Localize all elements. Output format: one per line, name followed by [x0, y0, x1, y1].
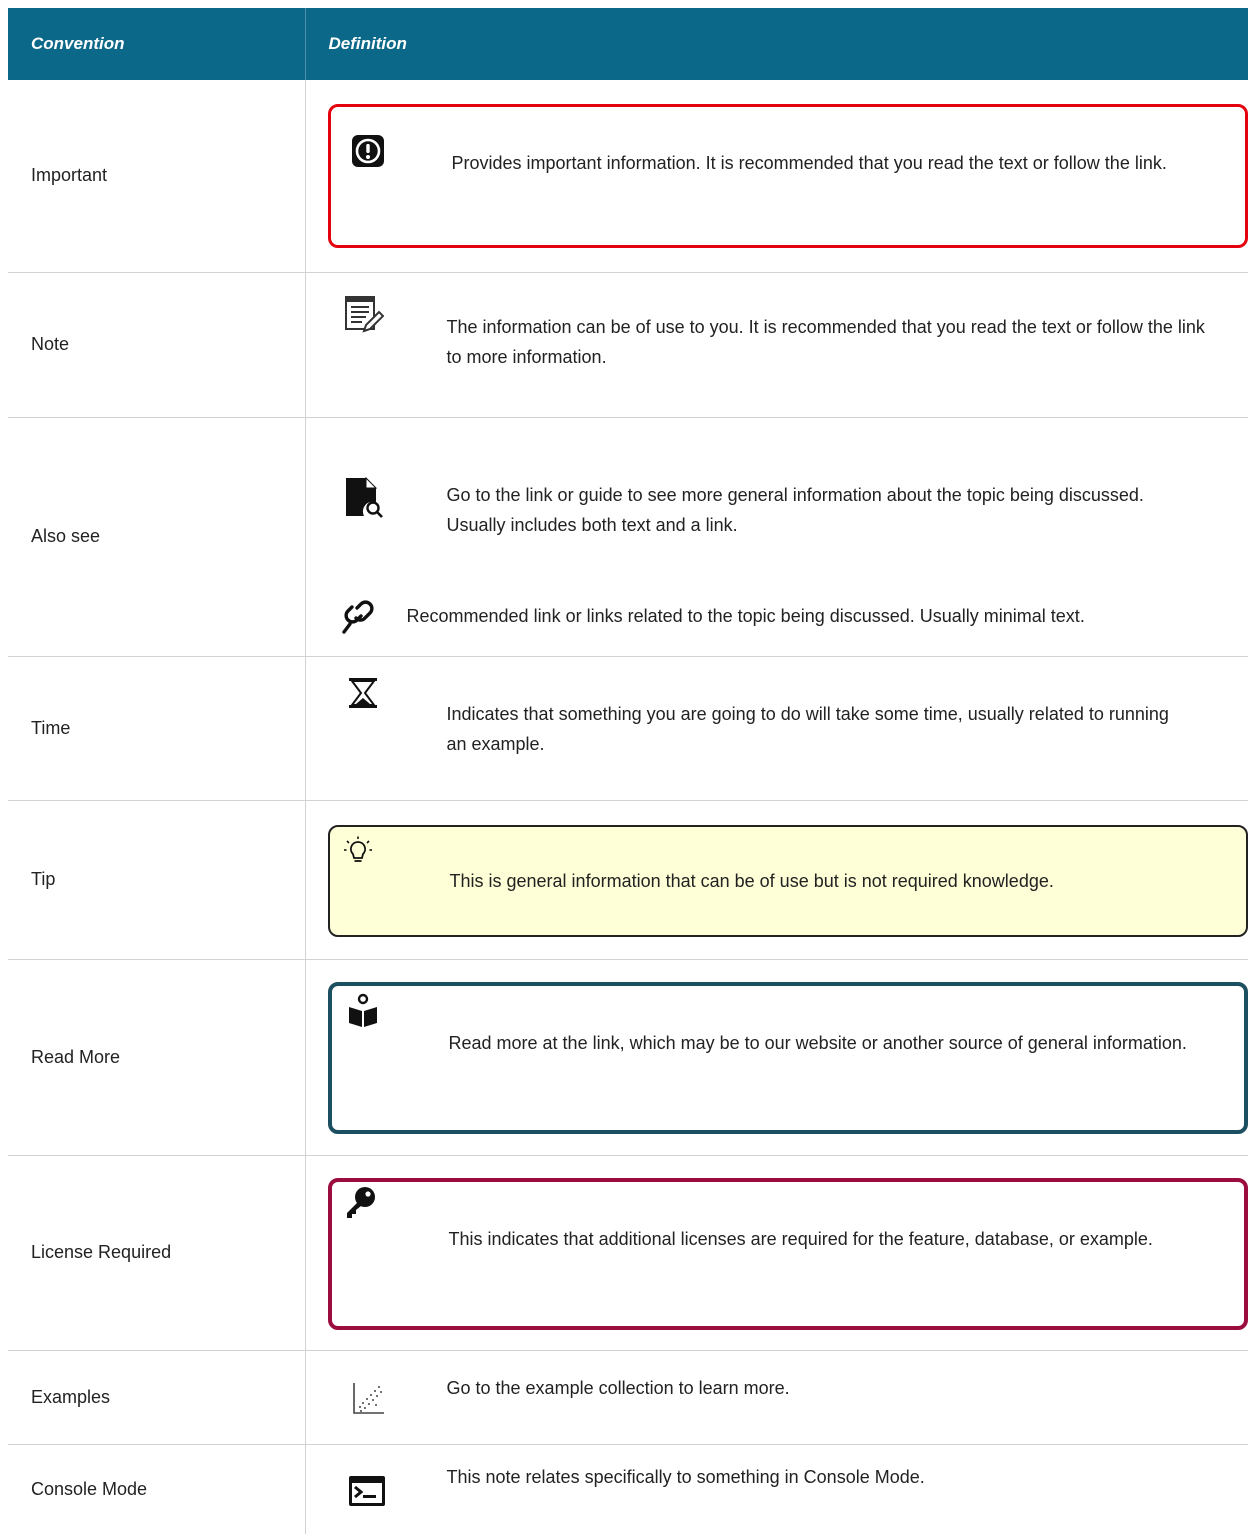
scatter-plot-icon: [352, 1381, 386, 1415]
header-definition: Definition: [305, 8, 1248, 80]
convention-label-console-mode: Console Mode: [8, 1444, 305, 1534]
definition-text-read-more: Read more at the link, which may be to o…: [449, 1028, 1209, 1058]
terminal-icon: [348, 1475, 386, 1507]
table-row: Note The information can be of use to yo…: [8, 272, 1248, 417]
note-pencil-icon: [344, 295, 384, 335]
table-row: Tip This is general information that can…: [8, 800, 1248, 959]
tip-callout-box: This is general information that can be …: [328, 825, 1248, 937]
definition-text-also-see: Go to the link or guide to see more gene…: [447, 480, 1207, 540]
definition-cell-read-more: Read more at the link, which may be to o…: [305, 959, 1248, 1155]
definition-text-important: Provides important information. It is re…: [452, 148, 1172, 178]
definition-text-note: The information can be of use to you. It…: [447, 312, 1207, 372]
important-callout-box: Provides important information. It is re…: [328, 104, 1248, 248]
definition-cell-time: Indicates that something you are going t…: [305, 656, 1248, 800]
book-reader-icon: [347, 993, 379, 1029]
convention-label-important: Important: [8, 80, 305, 272]
definition-cell-license-required: This indicates that additional licenses …: [305, 1155, 1248, 1350]
convention-label-time: Time: [8, 656, 305, 800]
chain-link-icon: [342, 600, 376, 634]
convention-label-examples: Examples: [8, 1350, 305, 1444]
definition-text-also-see-link: Recommended link or links related to the…: [407, 601, 1207, 631]
convention-label-read-more: Read More: [8, 959, 305, 1155]
license-required-callout-box: This indicates that additional licenses …: [328, 1178, 1248, 1330]
table-header-row: Convention Definition: [8, 8, 1248, 80]
alert-circle-icon: [350, 133, 386, 169]
definition-cell-important: Provides important information. It is re…: [305, 80, 1248, 272]
table-row: Also see Go to the link or guide to see …: [8, 417, 1248, 656]
definition-text-tip: This is general information that can be …: [450, 866, 1190, 896]
definition-cell-also-see: Go to the link or guide to see more gene…: [305, 417, 1248, 656]
definition-cell-examples: Go to the example collection to learn mo…: [305, 1350, 1248, 1444]
conventions-page: Convention Definition Important Provides…: [0, 0, 1248, 1530]
definition-cell-console-mode: This note relates specifically to someth…: [305, 1444, 1248, 1534]
table-row: License Required This indicates that add…: [8, 1155, 1248, 1350]
convention-label-note: Note: [8, 272, 305, 417]
lightbulb-icon: [343, 836, 373, 866]
convention-label-license-required: License Required: [8, 1155, 305, 1350]
header-convention: Convention: [8, 8, 305, 80]
document-search-icon: [344, 476, 384, 518]
convention-label-also-see: Also see: [8, 417, 305, 656]
conventions-table: Convention Definition Important Provides…: [8, 8, 1248, 1534]
table-row: Important Provides important information…: [8, 80, 1248, 272]
definition-text-console-mode: This note relates specifically to someth…: [447, 1462, 1207, 1492]
table-row: Console Mode This note relates specifica…: [8, 1444, 1248, 1534]
convention-label-tip: Tip: [8, 800, 305, 959]
definition-cell-tip: This is general information that can be …: [305, 800, 1248, 959]
definition-cell-note: The information can be of use to you. It…: [305, 272, 1248, 417]
table-row: Read More Read more at the link, which m…: [8, 959, 1248, 1155]
hourglass-icon: [346, 676, 380, 710]
key-icon: [344, 1185, 378, 1221]
definition-text-examples: Go to the example collection to learn mo…: [447, 1373, 1207, 1403]
definition-text-license-required: This indicates that additional licenses …: [449, 1224, 1209, 1254]
table-row: Time Indicates that something you are go…: [8, 656, 1248, 800]
definition-text-time: Indicates that something you are going t…: [447, 699, 1187, 759]
read-more-callout-box: Read more at the link, which may be to o…: [328, 982, 1248, 1134]
table-row: Examples Go t: [8, 1350, 1248, 1444]
